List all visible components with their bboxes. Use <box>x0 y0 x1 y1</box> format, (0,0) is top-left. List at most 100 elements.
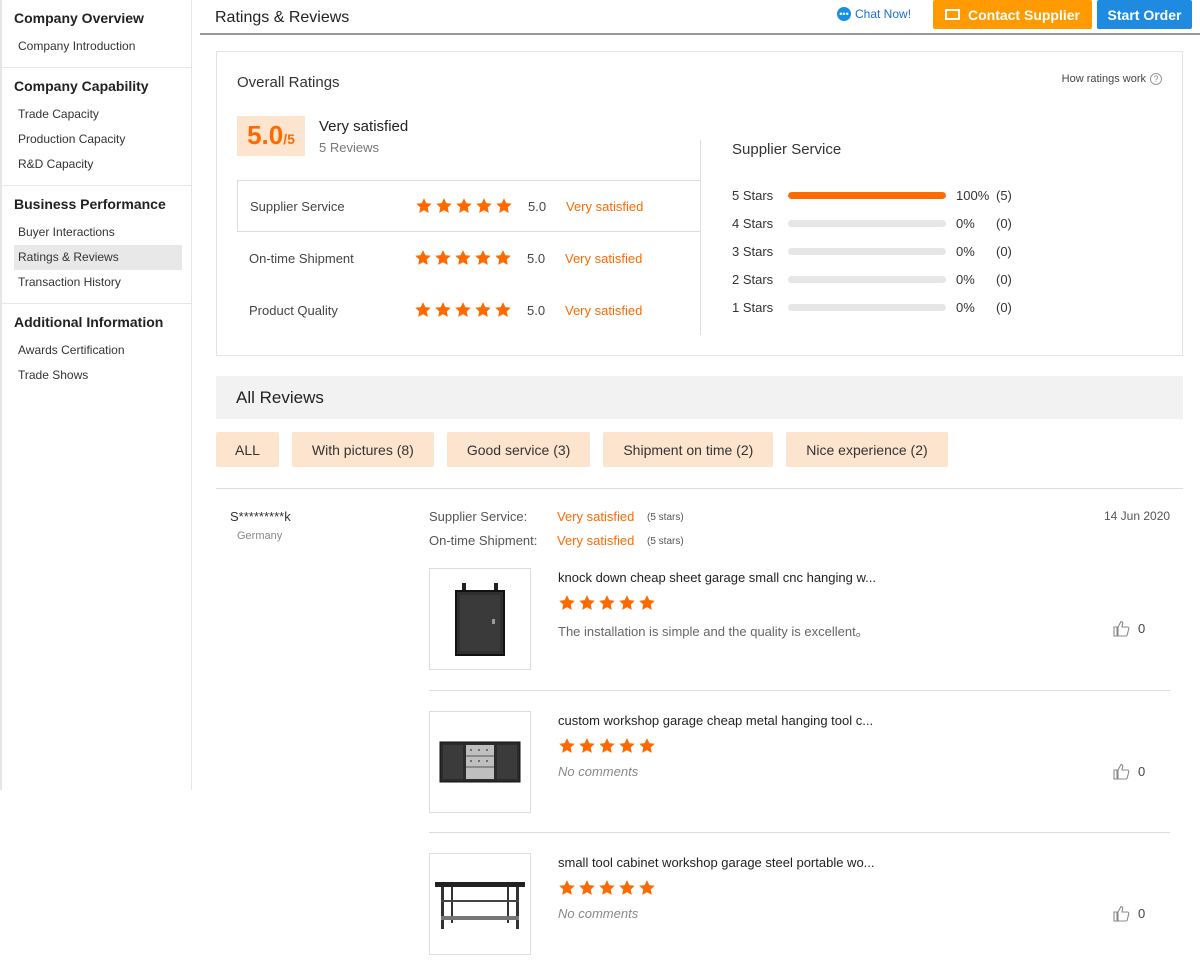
star-icon <box>454 249 472 267</box>
category-ratings: Supplier Service 5.0 Very satisfied On-t… <box>237 180 701 334</box>
review-date: 14 Jun 2020 <box>1104 509 1171 523</box>
star-icon <box>435 197 453 215</box>
category-label: Supplier Service <box>250 198 345 214</box>
divider <box>216 488 1183 489</box>
divider <box>429 690 1170 691</box>
overall-satisfaction: Very satisfied <box>319 118 409 135</box>
divider <box>700 140 701 180</box>
sidebar-item-ratings-reviews[interactable]: Ratings & Reviews <box>14 245 182 270</box>
like-button[interactable]: 0 <box>1113 620 1145 637</box>
start-order-button[interactable]: Start Order <box>1097 0 1192 29</box>
sidebar-group-title: Company Capability <box>14 78 149 94</box>
star-icon <box>495 197 513 215</box>
reviewer-name: S*********k <box>230 509 291 524</box>
filter-nice-experience-button[interactable]: Nice experience (2) <box>786 432 948 467</box>
category-satisfaction: Very satisfied <box>566 198 644 214</box>
product-name[interactable]: small tool cabinet workshop garage steel… <box>558 855 875 870</box>
product-name[interactable]: custom workshop garage cheap metal hangi… <box>558 713 873 728</box>
star-icon <box>598 737 616 755</box>
review-comment: The installation is simple and the quali… <box>558 624 869 639</box>
workbench-drawing <box>435 882 525 929</box>
star-icon <box>415 197 433 215</box>
sidebar-group-company-overview: Company Overview Company Introduction <box>2 0 191 68</box>
overall-score: 5.0 <box>247 120 284 150</box>
sidebar-item-rd-capacity[interactable]: R&D Capacity <box>14 152 182 177</box>
distribution-bar <box>788 191 946 199</box>
distribution-count: (0) <box>996 215 1012 231</box>
star-icon <box>598 879 616 897</box>
category-satisfaction: Very satisfied <box>565 250 643 266</box>
star-rating <box>558 879 656 897</box>
star-icon <box>638 594 656 612</box>
distribution-title: Supplier Service <box>732 141 842 158</box>
sidebar-item-awards-certification[interactable]: Awards Certification <box>14 338 182 363</box>
page-title: Ratings & Reviews <box>215 9 350 26</box>
star-icon <box>638 879 656 897</box>
star-rating <box>558 737 656 755</box>
how-ratings-work-link[interactable]: How ratings work ? <box>1062 73 1162 85</box>
contact-supplier-button[interactable]: Contact Supplier <box>933 0 1092 29</box>
category-score: 5.0 <box>528 198 547 214</box>
reviewed-product: knock down cheap sheet garage small cnc … <box>429 568 1170 690</box>
overall-score-max: /5 <box>283 131 295 147</box>
category-score: 5.0 <box>527 250 546 266</box>
workbench-image[interactable] <box>429 853 531 955</box>
distribution-bar-fill <box>788 191 946 199</box>
star-rating <box>414 249 512 267</box>
star-icon <box>434 249 452 267</box>
category-label: On-time Shipment <box>249 250 354 266</box>
sidebar-item-buyer-interactions[interactable]: Buyer Interactions <box>14 220 182 245</box>
sidebar-group-title: Company Overview <box>14 10 144 26</box>
all-reviews-header: All Reviews <box>216 376 1183 419</box>
distribution-label: 4 Stars <box>732 215 774 231</box>
star-icon <box>414 301 432 319</box>
star-icon <box>474 301 492 319</box>
star-icon <box>638 737 656 755</box>
review-filters: ALL With pictures (8) Good service (3) S… <box>216 432 948 467</box>
sidebar-item-trade-shows[interactable]: Trade Shows <box>14 363 182 388</box>
star-icon <box>475 197 493 215</box>
sidebar-item-production-capacity[interactable]: Production Capacity <box>14 127 182 152</box>
product-name[interactable]: knock down cheap sheet garage small cnc … <box>558 570 876 585</box>
sidebar-group-company-capability: Company Capability Trade Capacity Produc… <box>2 68 191 186</box>
filter-good-service-button[interactable]: Good service (3) <box>446 432 591 467</box>
category-satisfaction: Very satisfied <box>565 302 643 318</box>
star-rating <box>414 301 512 319</box>
like-button[interactable]: 0 <box>1113 763 1145 780</box>
page-header: Ratings & Reviews ••• Chat Now! Contact … <box>200 0 1200 35</box>
review-rating-stars: (5 stars) <box>647 512 684 523</box>
filter-all-button[interactable]: ALL <box>216 432 279 467</box>
sidebar-group-title: Business Performance <box>14 196 166 212</box>
star-icon <box>494 249 512 267</box>
distribution-row: 3 Stars 0% (0) <box>732 241 1012 261</box>
star-rating <box>415 197 513 215</box>
filter-with-pictures-button[interactable]: With pictures (8) <box>291 432 434 467</box>
chat-now-label: Chat Now! <box>855 7 912 21</box>
distribution-label: 5 Stars <box>732 187 774 203</box>
category-row: Product Quality 5.0 Very satisfied <box>237 284 701 336</box>
like-count: 0 <box>1138 621 1146 636</box>
wall-cabinet-drawing <box>455 583 505 656</box>
sidebar-item-trade-capacity[interactable]: Trade Capacity <box>14 102 182 127</box>
sidebar-item-company-introduction[interactable]: Company Introduction <box>14 34 182 59</box>
like-button[interactable]: 0 <box>1113 905 1145 922</box>
thumbs-up-icon <box>1113 620 1130 637</box>
review-rating-label: On-time Shipment: <box>429 533 538 548</box>
chat-bubble-icon: ••• <box>837 7 851 21</box>
hanging-tool-cabinet-image[interactable] <box>429 711 531 813</box>
category-label: Product Quality <box>249 302 338 318</box>
star-icon <box>618 594 636 612</box>
wall-cabinet-image[interactable] <box>429 568 531 670</box>
distribution-bar <box>788 275 946 283</box>
star-icon <box>558 879 576 897</box>
distribution-row: 1 Stars 0% (0) <box>732 297 1012 317</box>
filter-shipment-on-time-button[interactable]: Shipment on time (2) <box>603 432 774 467</box>
star-icon <box>618 737 636 755</box>
star-icon <box>454 301 472 319</box>
chat-now-link[interactable]: ••• Chat Now! <box>837 7 911 21</box>
review-rating-stars: (5 stars) <box>647 536 684 547</box>
distribution-count: (0) <box>996 271 1012 287</box>
distribution-count: (0) <box>996 243 1012 259</box>
review-comment: No comments <box>558 764 639 779</box>
sidebar-item-transaction-history[interactable]: Transaction History <box>14 270 182 295</box>
